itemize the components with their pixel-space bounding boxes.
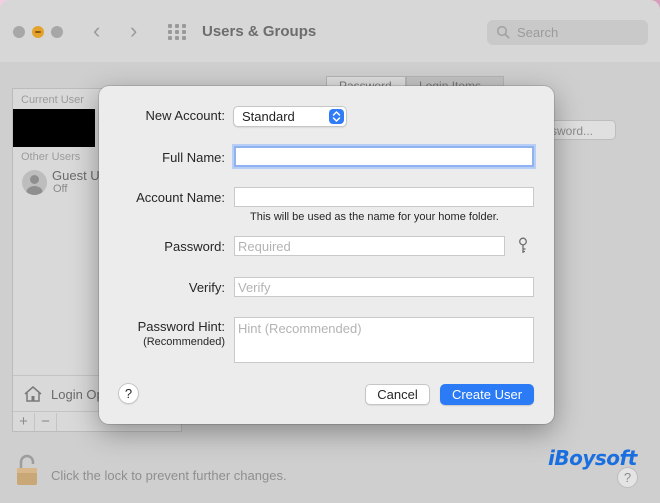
password-label: Password: bbox=[164, 239, 225, 254]
login-options-label: Login Op bbox=[51, 387, 104, 402]
guest-user-name[interactable]: Guest U bbox=[52, 168, 100, 183]
verify-label: Verify: bbox=[188, 280, 225, 295]
lock-message: Click the lock to prevent further change… bbox=[51, 468, 287, 483]
zoom-window-button[interactable] bbox=[51, 26, 63, 38]
lock-icon[interactable] bbox=[14, 453, 40, 487]
password-hint-sublabel: (Recommended) bbox=[143, 336, 225, 348]
new-account-label: New Account: bbox=[145, 108, 226, 123]
account-type-value: Standard bbox=[242, 109, 295, 124]
new-account-sheet: New Account: Standard Full Name: Account… bbox=[99, 86, 554, 424]
full-name-field[interactable] bbox=[234, 146, 534, 167]
search-icon bbox=[496, 25, 510, 39]
show-all-grid-icon[interactable] bbox=[168, 24, 187, 40]
guest-user-status: Off bbox=[53, 183, 68, 195]
forward-chevron-icon[interactable]: › bbox=[130, 18, 137, 44]
account-name-note: This will be used as the name for your h… bbox=[250, 211, 499, 223]
password-field[interactable] bbox=[234, 236, 505, 256]
house-icon bbox=[24, 386, 42, 402]
cancel-button[interactable]: Cancel bbox=[365, 384, 430, 405]
users-groups-window: ‹ › Users & Groups Search Password Login… bbox=[0, 0, 660, 503]
account-type-select[interactable]: Standard bbox=[233, 106, 347, 127]
search-field[interactable]: Search bbox=[487, 20, 648, 45]
minimize-window-button[interactable] bbox=[32, 26, 44, 38]
search-placeholder: Search bbox=[517, 25, 559, 40]
account-name-field[interactable] bbox=[234, 187, 534, 207]
verify-field[interactable] bbox=[234, 277, 534, 297]
password-hint-label: Password Hint: bbox=[137, 319, 225, 334]
create-user-button[interactable]: Create User bbox=[440, 384, 534, 405]
key-icon[interactable] bbox=[517, 237, 529, 255]
password-hint-field[interactable] bbox=[234, 317, 534, 363]
close-window-button[interactable] bbox=[13, 26, 25, 38]
window-help-button[interactable]: ? bbox=[617, 467, 638, 488]
other-users-heading: Other Users bbox=[21, 151, 81, 163]
account-name-label: Account Name: bbox=[136, 190, 225, 205]
remove-user-button[interactable]: − bbox=[35, 413, 57, 431]
back-chevron-icon[interactable]: ‹ bbox=[93, 18, 100, 44]
current-user-redacted[interactable] bbox=[13, 109, 95, 147]
full-name-label: Full Name: bbox=[162, 150, 225, 165]
brand-watermark: iBoysoft bbox=[548, 446, 637, 472]
updown-chevron-icon bbox=[329, 109, 344, 124]
add-user-button[interactable]: + bbox=[13, 413, 35, 431]
window-title: Users & Groups bbox=[202, 23, 317, 40]
guest-avatar-icon bbox=[22, 170, 47, 195]
titlebar: ‹ › Users & Groups Search bbox=[0, 0, 660, 62]
current-user-heading: Current User bbox=[21, 94, 84, 106]
brand-logo: iBoysoft bbox=[548, 446, 637, 470]
help-button[interactable]: ? bbox=[118, 383, 139, 404]
